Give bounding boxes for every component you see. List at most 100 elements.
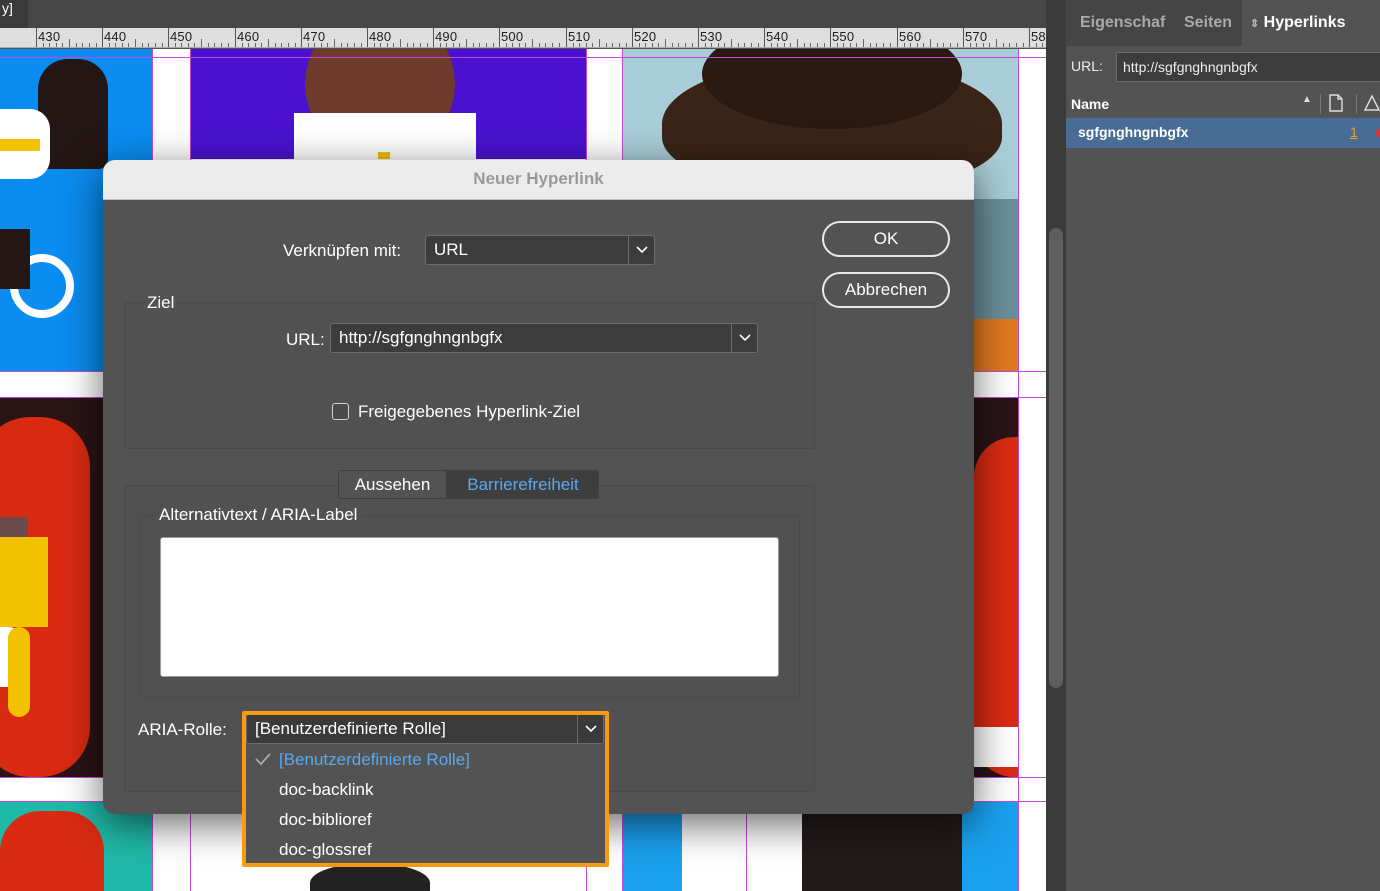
chevron-down-icon[interactable] [731,324,757,352]
shared-destination-checkbox[interactable] [332,403,349,420]
ruler-tick-label: 560 [899,29,922,44]
ruler-tick-label: 540 [766,29,789,44]
hyperlink-list-item[interactable]: sgfgnghngnbgfx 1 [1066,118,1380,148]
ruler-minor-tick [201,39,202,47]
ruler-minor-tick [552,43,553,47]
ruler-minor-tick [539,43,540,47]
ruler-minor-tick [62,43,63,47]
ruler-tick [830,28,831,47]
ruler-tick [367,28,368,47]
vertical-scrollbar-thumb[interactable] [1049,228,1063,688]
ruler-minor-tick [612,43,613,47]
ruler-minor-tick [506,43,507,47]
ruler-minor-tick [354,43,355,47]
tab-aussehen[interactable]: Aussehen [338,470,447,499]
ruler-minor-tick [96,43,97,47]
ok-button[interactable]: OK [822,221,950,257]
ruler-tick-label: 520 [634,29,657,44]
link-with-value: URL [434,240,469,259]
alt-text-textarea[interactable] [160,537,779,677]
ruler-minor-tick [843,43,844,47]
ruler-minor-tick [327,43,328,47]
alt-text-label: Alternativtext / ARIA-Label [155,505,362,525]
ruler-minor-tick [606,43,607,47]
ruler-minor-tick [115,43,116,47]
sort-ascending-icon[interactable]: ▲ [1302,94,1312,105]
link-with-select[interactable]: URL [425,235,655,265]
ruler-minor-tick [214,43,215,47]
panel-url-field[interactable]: http://sgfgnghngnbgfx [1116,52,1380,82]
ruler-minor-tick [162,43,163,47]
tab-hyperlinks[interactable]: ⇕ Hyperlinks [1242,0,1380,46]
ruler-minor-tick [380,43,381,47]
ruler-minor-tick [148,43,149,47]
ruler-minor-tick [626,43,627,47]
hyperlink-page-number[interactable]: 1 [1350,124,1358,140]
ruler-minor-tick [175,43,176,47]
ruler-tick-label: 430 [38,29,61,44]
ruler-minor-tick [639,43,640,47]
ruler-minor-tick [208,43,209,47]
warning-icon[interactable] [1364,94,1380,112]
ruler-minor-tick [374,43,375,47]
ruler-minor-tick [400,39,401,47]
ruler-minor-tick [579,43,580,47]
ruler-minor-tick [1016,43,1017,47]
ruler-tick-label: 460 [237,29,260,44]
tab-eigenschaften[interactable]: Eigenschaf [1080,0,1165,46]
ruler-tick [102,28,103,47]
ruler-minor-tick [890,43,891,47]
ruler-minor-tick [692,43,693,47]
ruler-tick [433,28,434,47]
status-dot-icon [1376,128,1380,138]
ruler-minor-tick [387,43,388,47]
ruler-minor-tick [446,43,447,47]
chevron-down-icon[interactable] [628,236,654,264]
ruler-minor-tick [724,43,725,47]
tab-barrierefreiheit[interactable]: Barrierefreiheit [447,470,599,499]
ruler-minor-tick [917,43,918,47]
column-header-name[interactable]: Name [1071,96,1109,112]
ruler-minor-tick [1009,43,1010,47]
ruler-minor-tick [545,43,546,47]
ruler-tick [963,28,964,47]
ruler-minor-tick [1042,43,1043,47]
ruler-minor-tick [341,43,342,47]
ruler-tick [235,28,236,47]
cancel-button[interactable]: Abbrechen [822,272,950,308]
panel-header-icons: ▲ [1302,92,1380,116]
ruler-minor-tick [407,43,408,47]
ruler-minor-tick [824,43,825,47]
ruler-minor-tick [275,43,276,47]
url-input-value[interactable]: http://sgfgnghngnbgfx [339,328,503,347]
ruler-tick-label: 500 [501,29,524,44]
ruler-minor-tick [142,43,143,47]
ruler-minor-tick [347,43,348,47]
ruler-minor-tick [82,43,83,47]
ruler-minor-tick [334,39,335,47]
ruler-minor-tick [486,43,487,47]
link-with-label: Verknüpfen mit: [283,241,402,260]
ruler-minor-tick [453,43,454,47]
ruler-minor-tick [784,43,785,47]
ruler-minor-tick [586,43,587,47]
ruler-minor-tick [850,43,851,47]
url-combobox[interactable]: http://sgfgnghngnbgfx [330,323,758,353]
ruler-minor-tick [459,43,460,47]
ruler-minor-tick [427,43,428,47]
ruler-minor-tick [493,43,494,47]
ruler-minor-tick [314,43,315,47]
shared-destination-label[interactable]: Freigegebenes Hyperlink-Ziel [358,402,580,422]
ruler-minor-tick [573,43,574,47]
ruler-minor-tick [678,43,679,47]
tab-seiten[interactable]: Seiten [1184,0,1232,46]
ruler-minor-tick [731,39,732,47]
ruler-tick [566,28,567,47]
ruler-minor-tick [930,39,931,47]
ruler-minor-tick [76,43,77,47]
ruler-minor-tick [883,43,884,47]
page-icon[interactable] [1328,94,1344,112]
horizontal-ruler[interactable]: 430 440 450 460 470 480 490 500 510 520 530 540 550 5… [0,28,1046,48]
ruler-minor-tick [592,43,593,47]
guide-line [1018,49,1019,891]
